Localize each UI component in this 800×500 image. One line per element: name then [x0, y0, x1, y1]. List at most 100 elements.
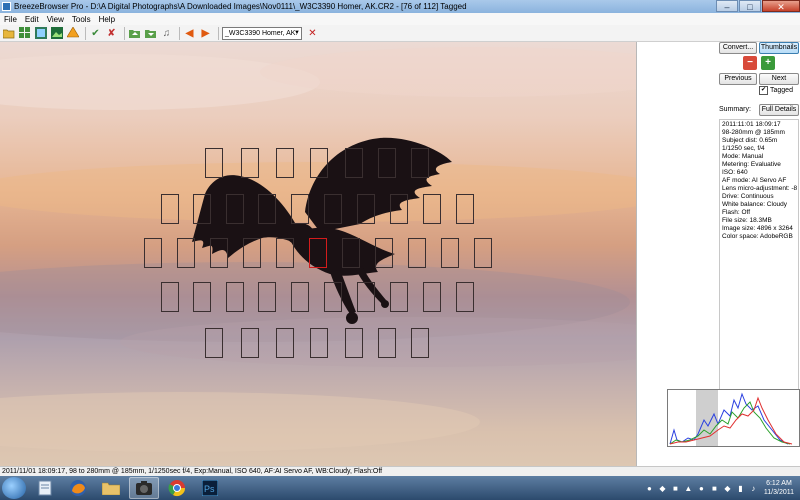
af-point — [408, 238, 426, 268]
af-point — [456, 282, 474, 312]
image-icon[interactable] — [50, 27, 63, 40]
af-point — [258, 282, 276, 312]
af-point — [177, 238, 195, 268]
file-select[interactable]: _W3C3390 Homer, AK. ▼ — [222, 26, 302, 40]
exif-line: Metering: Evaluative — [722, 161, 781, 168]
tray-icon[interactable]: ■ — [671, 484, 680, 493]
thumbnails-icon[interactable] — [34, 27, 47, 40]
maximize-button[interactable]: □ — [739, 0, 761, 12]
af-point — [423, 194, 441, 224]
folder-down-icon[interactable] — [144, 27, 157, 40]
exif-line: 98-280mm @ 185mm — [722, 129, 785, 136]
exif-line: Color space: AdobeRGB — [722, 233, 793, 240]
af-point — [291, 282, 309, 312]
delete-icon[interactable]: ✕ — [306, 27, 319, 40]
af-point — [375, 238, 393, 268]
file-select-value: _W3C3390 Homer, AK. — [225, 29, 298, 37]
flash-icon[interactable] — [66, 27, 79, 40]
status-bar: 2011/11/01 18:09:17, 98 to 280mm @ 185mm… — [0, 466, 800, 476]
convert-button[interactable]: Convert... — [719, 42, 757, 54]
remove-tag-icon[interactable]: − — [743, 56, 757, 70]
tray-icon[interactable]: ■ — [710, 484, 719, 493]
grid-icon[interactable] — [18, 27, 31, 40]
tray-icon[interactable]: ● — [697, 484, 706, 493]
task-notepad-icon[interactable] — [30, 477, 60, 499]
exif-line: Lens micro-adjustment: -8 — [722, 185, 798, 192]
minimize-button[interactable]: – — [716, 0, 738, 12]
af-point — [324, 282, 342, 312]
af-point — [441, 238, 459, 268]
menu-file[interactable]: File — [0, 15, 21, 24]
photo-viewer[interactable] — [0, 42, 636, 466]
af-point — [226, 282, 244, 312]
close-button[interactable]: ✕ — [762, 0, 800, 12]
exif-line: White balance: Cloudy — [722, 201, 788, 208]
af-point — [378, 148, 396, 178]
histogram-plot — [669, 390, 793, 446]
menu-help[interactable]: Help — [95, 15, 119, 24]
check-icon[interactable]: ✔ — [89, 27, 102, 40]
af-point — [345, 148, 363, 178]
af-point — [276, 238, 294, 268]
af-point — [210, 238, 228, 268]
exif-line: Image size: 4896 x 3264 — [722, 225, 793, 232]
exif-summary: 2011:11:01 18:09:17 98-280mm @ 185mm Sub… — [719, 119, 799, 401]
clock-date: 11/3/2011 — [763, 489, 794, 496]
exif-line: Subject dist: 0.65m — [722, 137, 778, 144]
af-point — [357, 194, 375, 224]
af-point — [161, 194, 179, 224]
untag-icon[interactable]: ✘ — [105, 27, 118, 40]
menu-edit[interactable]: Edit — [21, 15, 43, 24]
exif-line: File size: 18.3MB — [722, 217, 772, 224]
music-icon[interactable]: ♫ — [160, 27, 173, 40]
toolbar-separator — [218, 26, 219, 40]
af-point — [390, 194, 408, 224]
task-photoshop-icon[interactable]: Ps — [195, 477, 225, 499]
thumbnails-button[interactable]: Thumbnails — [759, 42, 799, 54]
clock[interactable]: 6:12 AM 11/3/2011 — [764, 479, 794, 497]
start-button[interactable] — [2, 477, 26, 499]
tray-icon[interactable]: ◆ — [723, 484, 732, 493]
af-point — [411, 148, 429, 178]
open-folder-icon[interactable] — [2, 27, 15, 40]
task-explorer-icon[interactable] — [96, 477, 126, 499]
af-point — [243, 238, 261, 268]
tray-icon[interactable]: ▲ — [684, 484, 693, 493]
tray-icon[interactable]: ● — [645, 484, 654, 493]
previous-button[interactable]: Previous — [719, 73, 757, 85]
af-point — [378, 328, 396, 358]
tagged-toggle[interactable]: ✔ Tagged — [759, 86, 793, 95]
toolbar-separator — [179, 26, 180, 40]
exif-line: 2011:11:01 18:09:17 — [722, 121, 781, 128]
folder-up-icon[interactable] — [128, 27, 141, 40]
af-point — [205, 148, 223, 178]
menu-view[interactable]: View — [43, 15, 68, 24]
forward-arrow-icon[interactable]: ▶ — [199, 27, 212, 40]
af-point — [345, 328, 363, 358]
add-tag-icon[interactable]: + — [761, 56, 775, 70]
exif-line: Mode: Manual — [722, 153, 764, 160]
tagged-checkbox[interactable]: ✔ — [759, 86, 768, 95]
full-details-button[interactable]: Full Details — [759, 104, 799, 116]
next-button[interactable]: Next — [759, 73, 799, 85]
task-breezebrowser-icon[interactable] — [129, 477, 159, 499]
volume-icon[interactable]: ♪ — [749, 484, 758, 493]
task-firefox-icon[interactable] — [63, 477, 93, 499]
af-point — [258, 194, 276, 224]
back-arrow-icon[interactable]: ◀ — [183, 27, 196, 40]
af-point — [456, 194, 474, 224]
menu-bar: File Edit View Tools Help — [0, 13, 800, 25]
task-chrome-icon[interactable] — [162, 477, 192, 499]
af-point — [276, 148, 294, 178]
af-point — [411, 328, 429, 358]
af-point — [423, 282, 441, 312]
toolbar-separator — [124, 26, 125, 40]
af-point — [241, 148, 259, 178]
menu-tools[interactable]: Tools — [68, 15, 95, 24]
network-icon[interactable]: ▮ — [736, 484, 745, 493]
histogram-highlight — [696, 390, 718, 446]
taskbar: Ps ● ◆ ■ ▲ ● ■ ◆ ▮ ♪ 6:12 AM 11/3/2011 — [0, 476, 800, 500]
tray-icon[interactable]: ◆ — [658, 484, 667, 493]
af-point-selected — [309, 238, 327, 268]
exif-line: 1/1250 sec, f/4 — [722, 145, 765, 152]
